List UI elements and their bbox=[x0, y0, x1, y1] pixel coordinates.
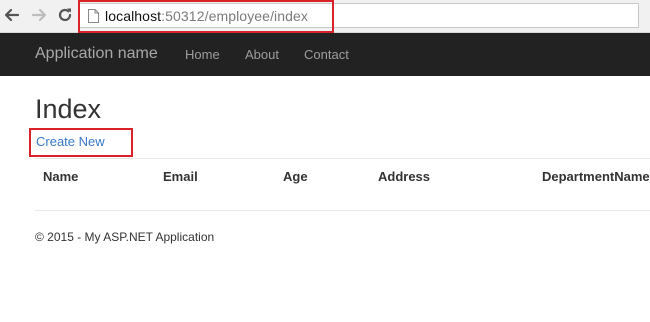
footer-divider bbox=[35, 210, 650, 211]
column-header-department-name: DepartmentName bbox=[542, 169, 650, 184]
reload-icon[interactable] bbox=[55, 5, 75, 25]
url-text: localhost:50312/employee/index bbox=[105, 8, 308, 24]
url-host: localhost bbox=[105, 8, 162, 24]
column-header-email: Email bbox=[163, 169, 198, 184]
footer-text: © 2015 - My ASP.NET Application bbox=[35, 230, 215, 244]
column-header-age: Age bbox=[283, 169, 308, 184]
forward-arrow-icon[interactable] bbox=[29, 5, 49, 25]
top-navbar: Application name Home About Contact bbox=[0, 33, 650, 76]
browser-toolbar: localhost:50312/employee/index bbox=[0, 0, 650, 33]
create-new-link[interactable]: Create New bbox=[36, 134, 105, 149]
table-top-border bbox=[35, 158, 650, 159]
column-header-address: Address bbox=[378, 169, 431, 184]
nav-link-about[interactable]: About bbox=[245, 47, 279, 62]
back-arrow-icon[interactable] bbox=[2, 5, 22, 25]
nav-link-contact[interactable]: Contact bbox=[304, 47, 349, 62]
brand-link[interactable]: Application name bbox=[35, 45, 158, 63]
page-title: Index bbox=[35, 94, 102, 124]
url-path: :50312/employee/index bbox=[161, 8, 309, 24]
column-header-name: Name bbox=[43, 169, 79, 184]
page-icon bbox=[88, 9, 99, 28]
nav-link-home[interactable]: Home bbox=[185, 47, 220, 62]
address-bar[interactable]: localhost:50312/employee/index bbox=[79, 3, 639, 28]
